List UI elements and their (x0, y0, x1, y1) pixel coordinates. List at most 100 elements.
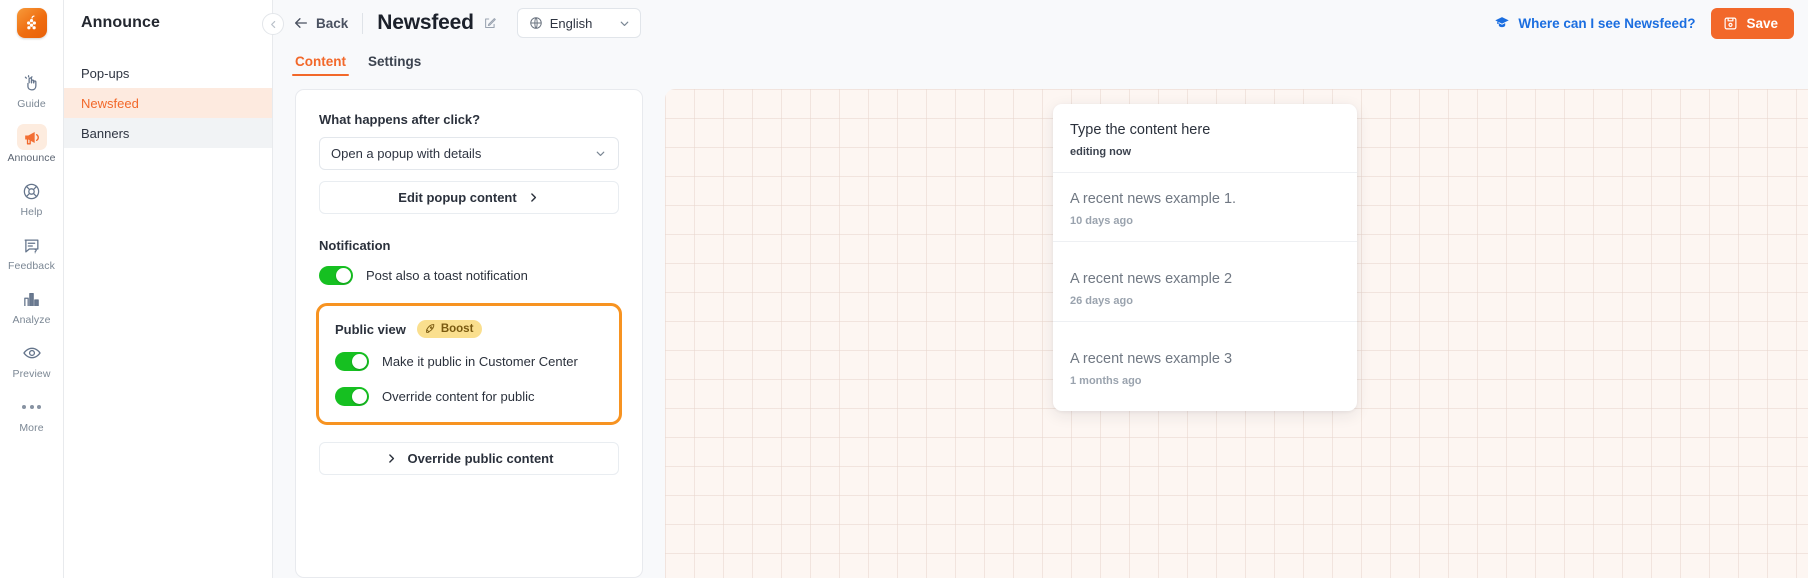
page-title: Newsfeed (377, 11, 474, 34)
news-item-title: A recent news example 1. (1070, 191, 1237, 207)
help-link-label: Where can I see Newsfeed? (1518, 15, 1696, 31)
newsfeed-item[interactable]: A recent news example 3 1 months ago (1053, 322, 1357, 411)
sidebar-item-banners[interactable]: Banners (64, 118, 272, 148)
content-settings-card: What happens after click? Open a popup w… (295, 89, 643, 578)
toggle-knob (352, 389, 367, 404)
news-item-meta: 1 months ago (1070, 375, 1142, 387)
rail-item-guide[interactable]: Guide (0, 64, 64, 118)
language-value: English (549, 15, 593, 31)
where-can-i-see-newsfeed-link[interactable]: Where can I see Newsfeed? (1494, 15, 1695, 31)
override-public-label: Override public content (407, 451, 554, 466)
rail-label: Analyze (12, 314, 51, 326)
after-click-label: What happens after click? (319, 112, 481, 127)
news-item-title: Type the content here (1070, 122, 1211, 138)
newsfeed-item-editing[interactable]: Type the content here editing now (1053, 104, 1357, 173)
sidebar-item-label: Pop-ups (81, 65, 130, 81)
ellipsis-icon (17, 394, 47, 420)
boost-badge-label: Boost (440, 323, 474, 335)
main-area: Back Newsfeed English Where can I see Ne… (262, 0, 1808, 578)
public-view-heading: Public view (335, 321, 406, 337)
lifebuoy-icon (17, 178, 47, 204)
override-public-content-button[interactable]: Override public content (319, 442, 619, 475)
rail-label: Feedback (8, 260, 55, 272)
after-click-select[interactable]: Open a popup with details (319, 137, 619, 170)
rail-label: Guide (17, 98, 46, 110)
make-public-toggle[interactable] (335, 352, 369, 371)
graduation-cap-icon (1494, 15, 1510, 31)
boost-badge[interactable]: Boost (416, 320, 483, 338)
toast-notification-toggle[interactable] (319, 266, 353, 285)
notification-heading: Notification (319, 238, 391, 253)
newsfeed-item[interactable]: A recent news example 2 26 days ago (1053, 242, 1357, 322)
top-bar-actions: Where can I see Newsfeed? Save (1494, 7, 1794, 39)
language-select[interactable]: English (516, 8, 641, 38)
rail-label: Announce (7, 152, 56, 164)
grape-logo-icon[interactable] (16, 8, 47, 38)
globe-icon (529, 16, 543, 30)
arrow-left-icon (293, 15, 309, 31)
public-view-highlight-box: Public view Boost Make it public in Cust… (316, 303, 622, 425)
public-view-header: Public view Boost (335, 320, 605, 338)
floppy-save-icon (1723, 16, 1738, 31)
rail-item-more[interactable]: More (0, 388, 64, 442)
rail-label: Preview (12, 368, 51, 380)
news-item-title: A recent news example 2 (1070, 271, 1233, 287)
chevron-right-icon (385, 452, 398, 465)
make-public-label: Make it public in Customer Center (382, 354, 578, 369)
rail-item-analyze[interactable]: Analyze (0, 280, 64, 334)
chevron-down-icon (618, 17, 631, 30)
toast-notification-label: Post also a toast notification (366, 268, 528, 283)
toggle-knob (352, 354, 367, 369)
rail-label: Help (20, 206, 43, 218)
back-button[interactable]: Back (273, 15, 362, 31)
newsfeed-item[interactable]: A recent news example 1. 10 days ago (1053, 173, 1357, 242)
news-item-meta: 26 days ago (1070, 295, 1133, 307)
news-item-title: A recent news example 3 (1070, 351, 1233, 367)
pencil-edit-icon[interactable] (483, 16, 497, 30)
chat-question-icon (17, 232, 47, 258)
after-click-value: Open a popup with details (331, 146, 482, 161)
tab-settings[interactable]: Settings (368, 54, 421, 76)
rail-item-announce[interactable]: Announce (0, 118, 64, 172)
rail-item-preview[interactable]: Preview (0, 334, 64, 388)
sidebar-item-popups[interactable]: Pop-ups (64, 58, 272, 88)
chevron-right-icon (527, 191, 540, 204)
primary-icon-rail: Guide Announce Help Feedback Analyze Pre… (0, 0, 64, 578)
app-root: Guide Announce Help Feedback Analyze Pre… (0, 0, 1808, 578)
sidebar-item-label: Newsfeed (81, 95, 139, 111)
content-body: What happens after click? Open a popup w… (273, 76, 1808, 578)
back-label: Back (316, 15, 349, 31)
announce-sidebar: Announce Pop-ups Newsfeed Banners (64, 0, 273, 578)
megaphone-icon (16, 124, 47, 150)
make-public-row: Make it public in Customer Center (335, 352, 605, 371)
news-item-meta: 10 days ago (1070, 215, 1133, 227)
toast-notification-row: Post also a toast notification (319, 266, 619, 285)
sidebar-item-newsfeed[interactable]: Newsfeed (64, 88, 272, 118)
rail-item-help[interactable]: Help (0, 172, 64, 226)
preview-canvas: Type the content here editing now A rece… (665, 89, 1808, 578)
hand-click-icon (17, 70, 47, 96)
top-bar: Back Newsfeed English Where can I see Ne… (262, 0, 1808, 46)
news-item-meta: editing now (1070, 146, 1132, 158)
rail-label: More (19, 422, 44, 434)
sidebar-item-label: Banners (81, 125, 130, 141)
tab-bar: Content Settings (273, 46, 1808, 76)
override-content-toggle[interactable] (335, 387, 369, 406)
collapse-sidebar-button[interactable] (262, 13, 284, 35)
save-button[interactable]: Save (1711, 7, 1794, 39)
override-content-label: Override content for public (382, 389, 535, 404)
toggle-knob (336, 268, 351, 283)
tab-label: Content (295, 54, 346, 69)
sidebar-title: Announce (81, 14, 161, 31)
override-content-row: Override content for public (335, 387, 605, 406)
newsfeed-preview-panel: Type the content here editing now A rece… (1053, 104, 1357, 411)
save-label: Save (1746, 15, 1778, 31)
edit-popup-content-button[interactable]: Edit popup content (319, 181, 619, 214)
rocket-icon (424, 323, 436, 335)
edit-popup-label: Edit popup content (398, 190, 517, 205)
chevron-down-icon (594, 147, 607, 160)
rail-item-feedback[interactable]: Feedback (0, 226, 64, 280)
bar-chart-icon (17, 286, 47, 312)
tab-content[interactable]: Content (292, 54, 349, 76)
divider (362, 12, 364, 34)
